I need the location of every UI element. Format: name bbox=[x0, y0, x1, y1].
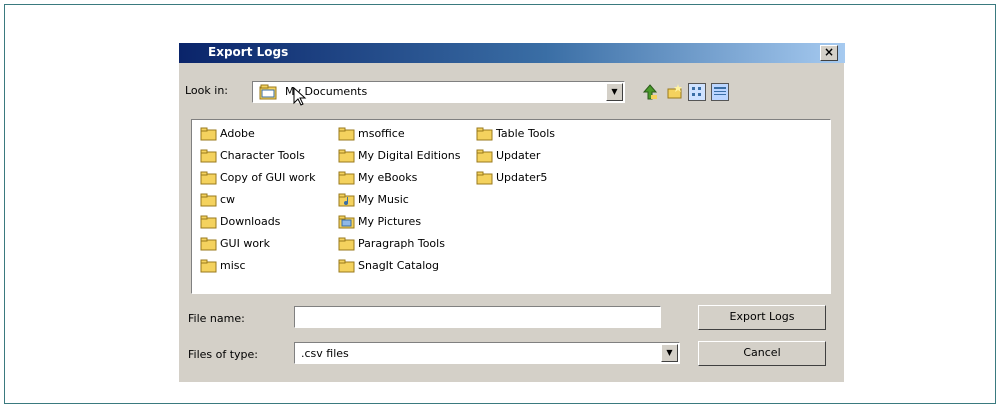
export-logs-button[interactable]: Export Logs bbox=[698, 305, 826, 330]
title-bar: Export Logs × bbox=[179, 43, 845, 63]
files-of-type-dropdown[interactable]: .csv files ▼ bbox=[294, 342, 680, 364]
folder-icon bbox=[338, 149, 355, 166]
music-folder-icon bbox=[338, 193, 355, 210]
file-name-label: File name: bbox=[188, 312, 245, 325]
folder-name: My Digital Editions bbox=[358, 149, 461, 162]
close-button[interactable]: × bbox=[820, 45, 838, 61]
folder-name: Downloads bbox=[220, 215, 281, 228]
folder-icon bbox=[338, 259, 355, 276]
folder-icon bbox=[259, 84, 277, 103]
folder-icon bbox=[200, 215, 217, 232]
folder-icon bbox=[200, 149, 217, 166]
files-of-type-arrow[interactable]: ▼ bbox=[661, 344, 678, 362]
folder-icon bbox=[200, 259, 217, 276]
files-of-type-label: Files of type: bbox=[188, 348, 259, 361]
mouse-cursor-icon bbox=[293, 86, 307, 110]
folder-icon bbox=[200, 171, 217, 188]
folder-name: My eBooks bbox=[358, 171, 418, 184]
folder-name: Adobe bbox=[220, 127, 255, 140]
folder-name: My Music bbox=[358, 193, 409, 206]
folder-icon bbox=[338, 237, 355, 254]
screenshot-frame: Export Logs × Look in: My Documents ▼ Ad… bbox=[4, 4, 996, 404]
folder-name: Updater bbox=[496, 149, 541, 162]
details-view-icon[interactable] bbox=[711, 83, 729, 101]
files-of-type-value: .csv files bbox=[301, 347, 349, 360]
folder-name: Paragraph Tools bbox=[358, 237, 445, 250]
folder-icon bbox=[476, 149, 493, 166]
file-name-input[interactable] bbox=[294, 306, 661, 328]
folder-name: misc bbox=[220, 259, 246, 272]
folder-name: cw bbox=[220, 193, 236, 206]
folder-icon bbox=[476, 127, 493, 144]
folder-icon bbox=[200, 127, 217, 144]
dialog-title: Export Logs bbox=[208, 45, 289, 59]
folder-icon bbox=[338, 171, 355, 188]
export-logs-dialog: Export Logs × Look in: My Documents ▼ Ad… bbox=[178, 42, 845, 382]
look-in-dropdown-arrow[interactable]: ▼ bbox=[606, 83, 623, 101]
pictures-folder-icon bbox=[338, 215, 355, 232]
folder-name: My Pictures bbox=[358, 215, 422, 228]
folder-name: Character Tools bbox=[220, 149, 305, 162]
up-one-level-icon[interactable] bbox=[641, 83, 659, 101]
folder-icon bbox=[476, 171, 493, 188]
cancel-button[interactable]: Cancel bbox=[698, 341, 826, 366]
folder-name: SnagIt Catalog bbox=[358, 259, 439, 272]
folder-icon bbox=[200, 237, 217, 254]
file-list[interactable]: Adobe Character Tools Copy of GUI work c… bbox=[191, 119, 831, 294]
folder-icon bbox=[338, 127, 355, 144]
folder-name: msoffice bbox=[358, 127, 405, 140]
folder-icon bbox=[200, 193, 217, 210]
new-folder-icon[interactable] bbox=[666, 83, 684, 101]
folder-name: Copy of GUI work bbox=[220, 171, 316, 184]
folder-name: Table Tools bbox=[496, 127, 556, 140]
look-in-label: Look in: bbox=[185, 84, 228, 97]
folder-name: Updater5 bbox=[496, 171, 548, 184]
list-view-icon[interactable] bbox=[688, 83, 706, 101]
folder-name: GUI work bbox=[220, 237, 270, 250]
look-in-dropdown[interactable]: My Documents ▼ bbox=[252, 81, 625, 103]
